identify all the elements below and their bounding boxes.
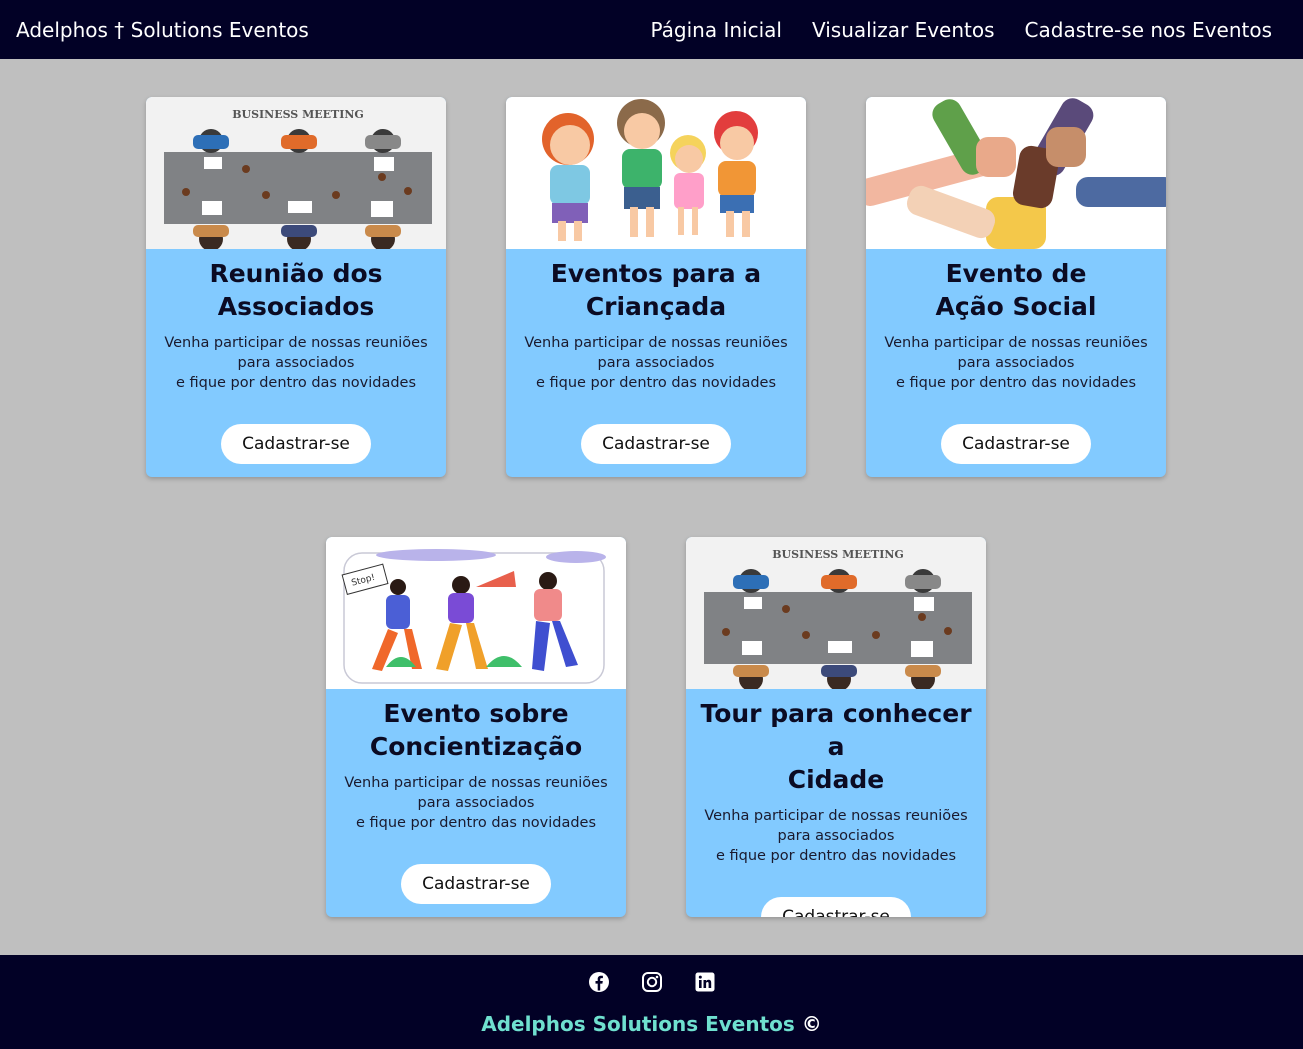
nav-link-home[interactable]: Página Inicial [651,18,782,42]
brand-link[interactable]: Adelphos † Solutions Eventos [16,18,309,42]
social-links [0,971,1303,993]
event-card-tour-cidade: BUSINESS MEETING Tour para conhecer a Ci… [686,537,986,917]
instagram-icon[interactable] [641,971,663,993]
register-button[interactable]: Cadastrar-se [941,424,1091,464]
event-title: Evento de Ação Social [935,259,1097,321]
register-button[interactable]: Cadastrar-se [761,897,911,917]
event-description: Venha participar de nossas reuniões para… [344,775,608,831]
linkedin-icon[interactable] [694,971,716,993]
register-button[interactable]: Cadastrar-se [401,864,551,904]
business-meeting-label: BUSINESS MEETING [772,548,904,561]
event-description: Venha participar de nossas reuniões para… [524,335,788,391]
event-card-acao-social: Evento de Ação Social Venha participar d… [866,97,1166,477]
event-card-criancada: Eventos para a Criançada Venha participa… [506,97,806,477]
footer-brand-text: Adelphos Solutions Eventos © [0,1012,1303,1036]
event-title: Eventos para a Criançada [550,259,762,321]
event-image-business-meeting: BUSINESS MEETING [686,537,986,689]
top-navbar: Adelphos † Solutions Eventos Página Inic… [0,0,1303,59]
event-title: Evento sobre Concientização [369,699,583,761]
nav-link-register-events[interactable]: Cadastre-se nos Eventos [1025,18,1272,42]
business-meeting-label: BUSINESS MEETING [232,108,364,121]
event-image-protest: Stop! [326,537,626,689]
event-image-hands [866,97,1166,249]
event-description: Venha participar de nossas reuniões para… [704,808,968,864]
event-image-business-meeting: BUSINESS MEETING [146,97,446,249]
event-image-children [506,97,806,249]
event-title: Reunião dos Associados [209,259,383,321]
event-card-associados: BUSINESS MEETING Reunião dos Associados … [146,97,446,477]
event-title: Tour para conhecer a Cidade [700,699,972,794]
nav-link-view-events[interactable]: Visualizar Eventos [812,18,995,42]
footer-company-name: Adelphos Solutions Eventos [481,1012,795,1036]
event-card-concientizacao: Stop! Evento sobre Concientização Venha … [326,537,626,917]
register-button[interactable]: Cadastrar-se [221,424,371,464]
register-button[interactable]: Cadastrar-se [581,424,731,464]
copyright-symbol: © [801,1012,822,1036]
page-footer: Adelphos Solutions Eventos © [0,955,1303,1049]
main-nav: Página Inicial Visualizar Eventos Cadast… [651,18,1273,42]
event-description: Venha participar de nossas reuniões para… [164,335,428,391]
facebook-icon[interactable] [588,971,610,993]
event-description: Venha participar de nossas reuniões para… [884,335,1148,391]
